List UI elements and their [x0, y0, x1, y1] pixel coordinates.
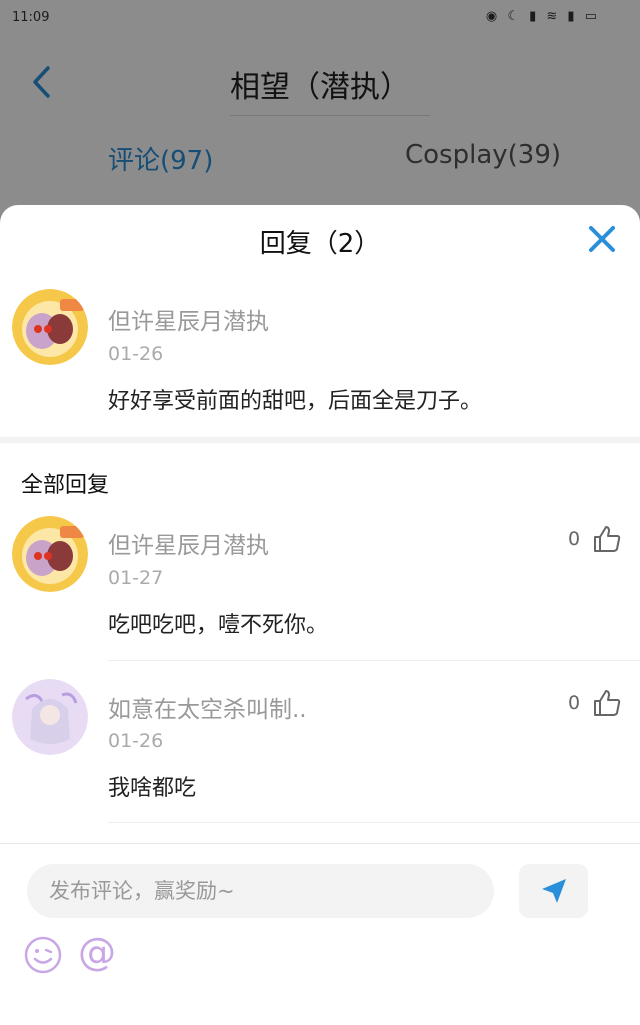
modal-overlay[interactable] — [0, 0, 640, 240]
avatar[interactable] — [12, 516, 88, 592]
like-count: 0 — [568, 692, 581, 714]
comment-text: 好好享受前面的甜吧，后面全是刀子。 — [108, 389, 483, 414]
send-icon — [541, 879, 566, 903]
section-separator — [0, 437, 640, 443]
reply-date: 01-27 — [108, 567, 164, 589]
row-divider — [108, 660, 640, 661]
avatar[interactable] — [12, 289, 88, 365]
thumbs-up-icon[interactable] — [592, 524, 622, 554]
reply-text: 吃吧吃吧，噎不死你。 — [108, 613, 329, 638]
comment-input[interactable] — [27, 864, 494, 918]
avatar[interactable] — [12, 679, 88, 755]
sheet-title: 回复（2） — [259, 229, 381, 259]
comment-composer: @ — [0, 843, 640, 1025]
close-icon[interactable] — [584, 221, 620, 257]
emoji-icon[interactable] — [23, 935, 63, 975]
thumbs-up-icon[interactable] — [592, 688, 622, 718]
all-replies-label: 全部回复 — [21, 473, 110, 498]
reply-author[interactable]: 如意在太空杀叫制.. — [108, 690, 307, 724]
comment-author[interactable]: 但许星辰月潜执 — [108, 302, 269, 336]
like-count: 0 — [568, 528, 581, 550]
mention-icon[interactable]: @ — [78, 930, 116, 974]
reply-date: 01-26 — [108, 730, 164, 752]
comment-date: 01-26 — [108, 343, 164, 365]
row-divider — [108, 822, 640, 823]
reply-text: 我啥都吃 — [108, 776, 197, 801]
send-button[interactable] — [519, 864, 588, 918]
reply-author[interactable]: 但许星辰月潜执 — [108, 526, 269, 560]
